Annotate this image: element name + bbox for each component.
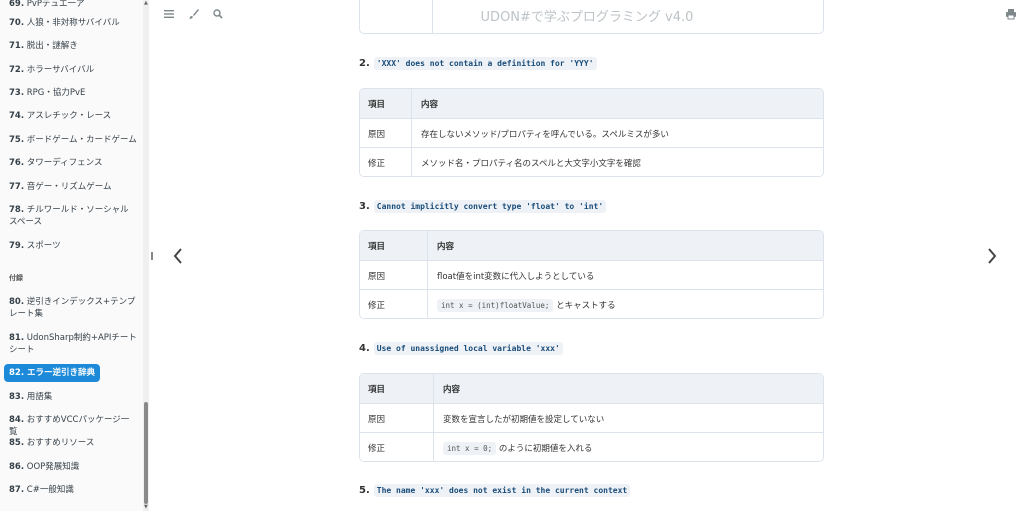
scrollbar-thumb[interactable] [144, 402, 148, 504]
cell-fix-suffix: とキャストする [556, 301, 616, 311]
column-header-content: 内容 [443, 385, 461, 395]
table-row: 修正 int x = 0; のように初期値を入れる [360, 432, 823, 461]
table-row: 修正 int x = (int)floatValue; とキャストする [360, 289, 823, 318]
next-page-icon[interactable] [986, 246, 998, 270]
inline-code: int x = (int)floatValue; [437, 299, 554, 312]
sidebar-item-76[interactable]: 76. タワーディフェンス [9, 157, 137, 169]
cell-cause-text: 変数を宣言したが初期値を設定していない [443, 415, 605, 425]
table-row: 修正 メソッド名・プロパティ名のスペルと大文字小文字を確認 [360, 147, 823, 176]
sidebar-scrollbar[interactable]: ▲ ▼ [143, 0, 149, 511]
cell-cause-label: 原因 [368, 415, 386, 425]
column-header-content: 内容 [437, 242, 455, 252]
sidebar-item-82-active[interactable]: 82. エラー逆引き辞典 [4, 364, 101, 382]
sidebar-item-72[interactable]: 72. ホラーサバイバル [9, 64, 137, 76]
sidebar-item-69[interactable]: 69. PvPデュエ一ア [9, 0, 137, 10]
table-row: 原因 存在しないメソッド/プロパティを呼んでいる。スペルミスが多い [360, 118, 823, 147]
cell-cause-text: 存在しないメソッド/プロパティを呼んでいる。スペルミスが多い [421, 130, 669, 140]
section-heading-5: 5. The name 'xxx' does not exist in the c… [359, 484, 631, 497]
sidebar-item-87[interactable]: 87. C#一般知識 [9, 484, 137, 496]
sidebar: 69. PvPデュエ一ア 70. 人狼・非対称サバイバル 71. 脱出・謎解き … [0, 0, 143, 511]
table-row: 原因 float値をint変数に代入しようとしている [360, 260, 823, 289]
sidebar-item-71[interactable]: 71. 脱出・謎解き [9, 40, 137, 52]
cell-cause-label: 原因 [368, 130, 386, 140]
cell-fix-text: メソッド名・プロパティ名のスペルと大文字小文字を確認 [421, 159, 641, 169]
column-header-content: 内容 [421, 100, 439, 110]
scroll-up-icon[interactable]: ▲ [144, 0, 148, 6]
sidebar-item-80[interactable]: 80. 逆引きインデックス+テンプ レート集 [9, 296, 137, 320]
error-table-2: 項目 内容 原因 存在しないメソッド/プロパティを呼んでいる。スペルミスが多い 修正… [359, 88, 824, 177]
sidebar-item-79[interactable]: 79. スポーツ [9, 240, 137, 252]
table-header-row: 項目 内容 [360, 89, 823, 118]
table-header-row: 項目 内容 [360, 374, 823, 403]
column-header-item: 項目 [368, 100, 386, 110]
sidebar-item-74[interactable]: 74. アスレチック・レース [9, 110, 137, 122]
table-row: 原因 変数を宣言したが初期値を設定していない [360, 403, 823, 432]
sidebar-item-81[interactable]: 81. UdonSharp制約+APIチート シート [9, 332, 137, 356]
error-code: Cannot implicitly convert type 'float' t… [373, 200, 607, 213]
sidebar-item-83[interactable]: 83. 用語集 [9, 391, 137, 403]
inline-code: int x = 0; [443, 442, 497, 455]
section-heading-2: 2. 'XXX' does not contain a definition fo… [359, 57, 597, 70]
cell-fix-label: 修正 [368, 159, 386, 169]
scroll-down-icon[interactable]: ▼ [144, 504, 148, 510]
sidebar-item-86[interactable]: 86. OOP発展知識 [9, 461, 137, 473]
sidebar-item-85[interactable]: 85. おすすめリソース [9, 437, 137, 449]
sidebar-item-78[interactable]: 78. チルワールド・ソーシャル スペース [9, 204, 137, 228]
sidebar-section-appendix: 付録 [9, 274, 23, 282]
error-table-4: 項目 内容 原因 変数を宣言したが初期値を設定していない 修正 int x = 0; … [359, 373, 824, 462]
cell-fix-text: int x = 0; のように初期値を入れる [443, 442, 593, 455]
section-heading-3: 3. Cannot implicitly convert type 'float'… [359, 200, 607, 213]
sidebar-item-84[interactable]: 84. おすすめVCCパッケージ一覧 [9, 414, 137, 438]
cell-fix-label: 修正 [368, 301, 386, 311]
print-icon[interactable] [1005, 8, 1017, 20]
cell-cause-label: 原因 [368, 272, 386, 282]
section-heading-4: 4. Use of unassigned local variable 'xxx' [359, 342, 563, 355]
error-code: Use of unassigned local variable 'xxx' [373, 342, 563, 355]
cell-fix-label: 修正 [368, 444, 386, 454]
sidebar-item-75[interactable]: 75. ボードゲーム・カードゲーム [9, 134, 137, 146]
cell-fix-text: int x = (int)floatValue; とキャストする [437, 299, 616, 312]
column-header-item: 項目 [368, 242, 386, 252]
sidebar-item-70[interactable]: 70. 人狼・非対称サバイバル [9, 17, 137, 29]
column-header-item: 項目 [368, 385, 386, 395]
cell-fix-suffix: のように初期値を入れる [498, 444, 593, 454]
sidebar-resize-handle[interactable] [151, 252, 153, 260]
error-code: 'XXX' does not contain a definition for … [373, 57, 597, 70]
table-header-row: 項目 内容 [360, 231, 823, 260]
sidebar-item-77[interactable]: 77. 音ゲー・リズムゲーム [9, 181, 137, 193]
sidebar-item-73[interactable]: 73. RPG・協力PvE [9, 87, 137, 99]
cell-cause-text: float値をint変数に代入しようとしている [437, 272, 595, 282]
error-code: The name 'xxx' does not exist in the cur… [373, 484, 631, 497]
previous-table-fragment [359, 0, 824, 34]
previous-page-icon[interactable] [172, 246, 184, 270]
error-table-3: 項目 内容 原因 float値をint変数に代入しようとしている 修正 int x =… [359, 230, 824, 319]
